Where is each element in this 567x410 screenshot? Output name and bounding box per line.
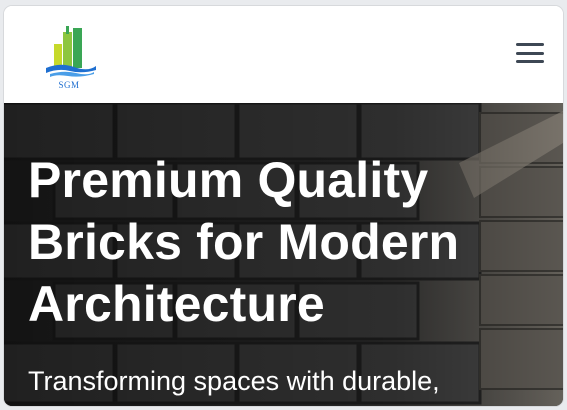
site-header: SGM bbox=[4, 6, 563, 103]
logo-text: SGM bbox=[58, 80, 80, 90]
hamburger-menu-icon bbox=[516, 43, 544, 46]
hamburger-menu-button[interactable] bbox=[515, 40, 545, 66]
browser-viewport: SGM Premium Quality Bricks for Modern Ar… bbox=[4, 6, 563, 406]
hero-section: Premium Quality Bricks for Modern Archit… bbox=[4, 103, 563, 406]
hero-title: Premium Quality Bricks for Modern Archit… bbox=[28, 152, 460, 332]
hamburger-menu-icon-bar-2 bbox=[516, 51, 544, 55]
site-logo[interactable]: SGM bbox=[40, 24, 98, 94]
building-logo-icon bbox=[46, 26, 96, 77]
hamburger-menu-icon-bar-3 bbox=[516, 60, 544, 63]
hero-subtitle: Transforming spaces with durable, bbox=[28, 366, 440, 396]
